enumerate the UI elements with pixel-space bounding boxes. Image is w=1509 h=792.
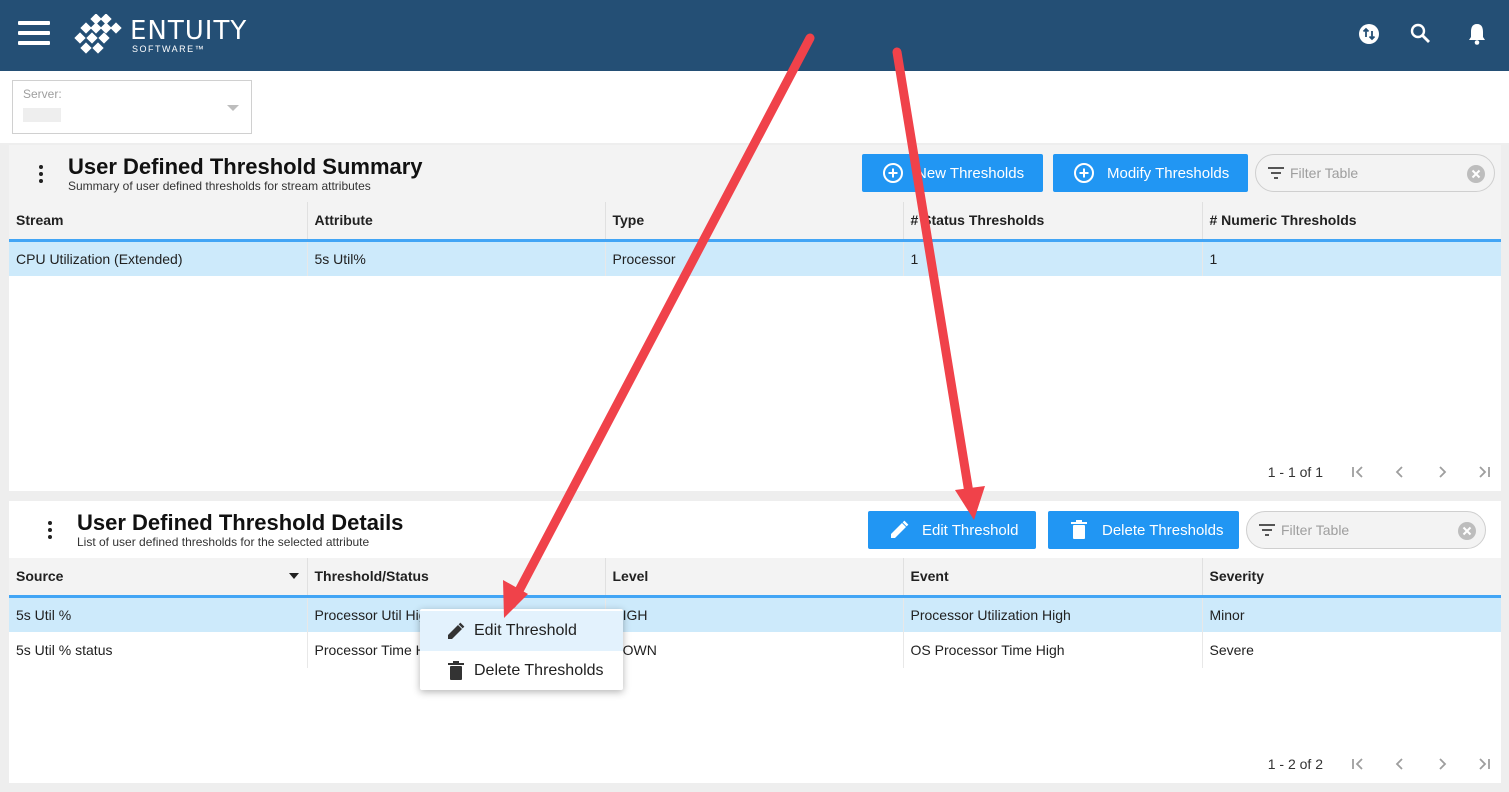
summary-filter-input[interactable] xyxy=(1290,163,1460,183)
first-page-icon[interactable] xyxy=(1351,465,1365,479)
table-cell: DOWN xyxy=(605,632,904,668)
details-panel-header: User Defined Threshold Details List of u… xyxy=(9,501,1501,558)
add-circle-icon xyxy=(1074,163,1094,183)
filter-icon xyxy=(1259,524,1275,536)
context-edit-label: Edit Threshold xyxy=(474,622,577,639)
clear-icon[interactable] xyxy=(1457,521,1477,541)
column-header[interactable]: # Numeric Thresholds xyxy=(1202,202,1501,242)
edit-threshold-label: Edit Threshold xyxy=(922,521,1019,539)
pager-range: 1 - 2 of 2 xyxy=(1267,756,1323,772)
column-header[interactable]: Source xyxy=(9,558,308,598)
details-header-row: Source Threshold/Status Level Event Seve… xyxy=(9,558,1501,598)
filter-icon xyxy=(1268,167,1284,179)
row-context-menu: Edit Threshold Delete Thresholds xyxy=(420,609,623,690)
summary-panel-header: User Defined Threshold Summary Summary o… xyxy=(9,145,1501,202)
table-cell: CPU Utilization (Extended) xyxy=(9,240,308,276)
clear-icon[interactable] xyxy=(1466,164,1486,184)
entuity-logo: ENTUITY SOFTWARE™ xyxy=(72,13,252,58)
summary-more-icon[interactable] xyxy=(38,165,44,185)
last-page-icon[interactable] xyxy=(1477,757,1491,771)
table-row[interactable]: CPU Utilization (Extended) 5s Util% Proc… xyxy=(9,240,1501,276)
details-panel: User Defined Threshold Details List of u… xyxy=(9,501,1501,783)
new-thresholds-label: New Thresholds xyxy=(916,164,1025,182)
modify-thresholds-label: Modify Thresholds xyxy=(1107,164,1230,182)
context-edit-threshold[interactable]: Edit Threshold xyxy=(420,611,623,651)
context-delete-label: Delete Thresholds xyxy=(474,662,604,679)
details-filter[interactable] xyxy=(1246,511,1486,549)
logo-mark-icon xyxy=(74,13,122,54)
column-header[interactable]: # Status Thresholds xyxy=(903,202,1203,242)
summary-table: Stream Attribute Type # Status Threshold… xyxy=(9,202,1501,276)
details-title: User Defined Threshold Details xyxy=(77,510,404,535)
delete-thresholds-button[interactable]: Delete Thresholds xyxy=(1048,511,1239,549)
edit-threshold-button[interactable]: Edit Threshold xyxy=(868,511,1036,549)
pencil-icon xyxy=(448,622,465,639)
pager-range: 1 - 1 of 1 xyxy=(1267,464,1323,480)
summary-title: User Defined Threshold Summary xyxy=(68,154,423,179)
table-row[interactable]: 5s Util % status Processor Time High DOW… xyxy=(9,632,1501,668)
table-cell: 5s Util% xyxy=(307,240,606,276)
logo-word: ENTUITY xyxy=(130,16,248,46)
search-icon[interactable] xyxy=(1407,20,1435,48)
menu-icon[interactable] xyxy=(18,21,50,45)
details-pager: 1 - 2 of 2 xyxy=(1268,754,1491,774)
delete-thresholds-label: Delete Thresholds xyxy=(1102,521,1224,539)
table-cell: 1 xyxy=(903,240,1203,276)
column-header[interactable]: Severity xyxy=(1202,558,1501,598)
summary-subtitle: Summary of user defined thresholds for s… xyxy=(68,179,371,193)
column-header[interactable]: Threshold/Status xyxy=(307,558,606,598)
modify-thresholds-button[interactable]: Modify Thresholds xyxy=(1053,154,1248,192)
column-header[interactable]: Stream xyxy=(9,202,308,242)
server-label: Server: xyxy=(23,87,62,101)
pencil-icon xyxy=(891,520,909,538)
summary-header-row: Stream Attribute Type # Status Threshold… xyxy=(9,202,1501,242)
trash-icon xyxy=(448,661,464,680)
column-header[interactable]: Level xyxy=(605,558,904,598)
column-header[interactable]: Type xyxy=(605,202,904,242)
add-circle-icon xyxy=(883,163,903,183)
table-cell: 1 xyxy=(1202,240,1501,276)
logo-subtitle: SOFTWARE™ xyxy=(132,44,206,54)
server-value xyxy=(23,108,61,122)
details-more-icon[interactable] xyxy=(47,521,53,541)
prev-page-icon[interactable] xyxy=(1393,465,1407,479)
new-thresholds-button[interactable]: New Thresholds xyxy=(862,154,1043,192)
table-cell: Minor xyxy=(1202,596,1501,632)
summary-panel: User Defined Threshold Summary Summary o… xyxy=(9,145,1501,491)
bell-icon[interactable] xyxy=(1463,20,1491,48)
trash-icon xyxy=(1071,520,1087,539)
sort-desc-icon[interactable] xyxy=(288,573,299,579)
details-filter-input[interactable] xyxy=(1281,520,1451,540)
table-cell: HIGH xyxy=(605,596,904,632)
next-page-icon[interactable] xyxy=(1435,757,1449,771)
details-table: Source Threshold/Status Level Event Seve… xyxy=(9,558,1501,668)
summary-filter[interactable] xyxy=(1255,154,1495,192)
column-header[interactable]: Attribute xyxy=(307,202,606,242)
chevron-down-icon xyxy=(227,105,239,111)
last-page-icon[interactable] xyxy=(1477,465,1491,479)
column-header[interactable]: Event xyxy=(903,558,1203,598)
table-cell: Processor Utilization High xyxy=(903,596,1203,632)
table-cell: 5s Util % status xyxy=(9,632,308,668)
server-select[interactable]: Server: xyxy=(12,80,252,134)
table-cell: Severe xyxy=(1202,632,1501,668)
table-cell: OS Processor Time High xyxy=(903,632,1203,668)
context-delete-thresholds[interactable]: Delete Thresholds xyxy=(420,651,623,691)
table-row[interactable]: 5s Util % Processor Util High HIGH Proce… xyxy=(9,596,1501,632)
details-subtitle: List of user defined thresholds for the … xyxy=(77,535,370,549)
next-page-icon[interactable] xyxy=(1435,465,1449,479)
sync-icon[interactable] xyxy=(1355,20,1383,48)
summary-pager: 1 - 1 of 1 xyxy=(1268,462,1491,482)
server-bar: Server: xyxy=(0,71,1509,143)
table-cell: 5s Util % xyxy=(9,596,308,632)
table-cell: Processor xyxy=(605,240,904,276)
prev-page-icon[interactable] xyxy=(1393,757,1407,771)
column-header-label: Source xyxy=(16,568,64,585)
top-bar: ENTUITY SOFTWARE™ xyxy=(0,0,1509,71)
first-page-icon[interactable] xyxy=(1351,757,1365,771)
